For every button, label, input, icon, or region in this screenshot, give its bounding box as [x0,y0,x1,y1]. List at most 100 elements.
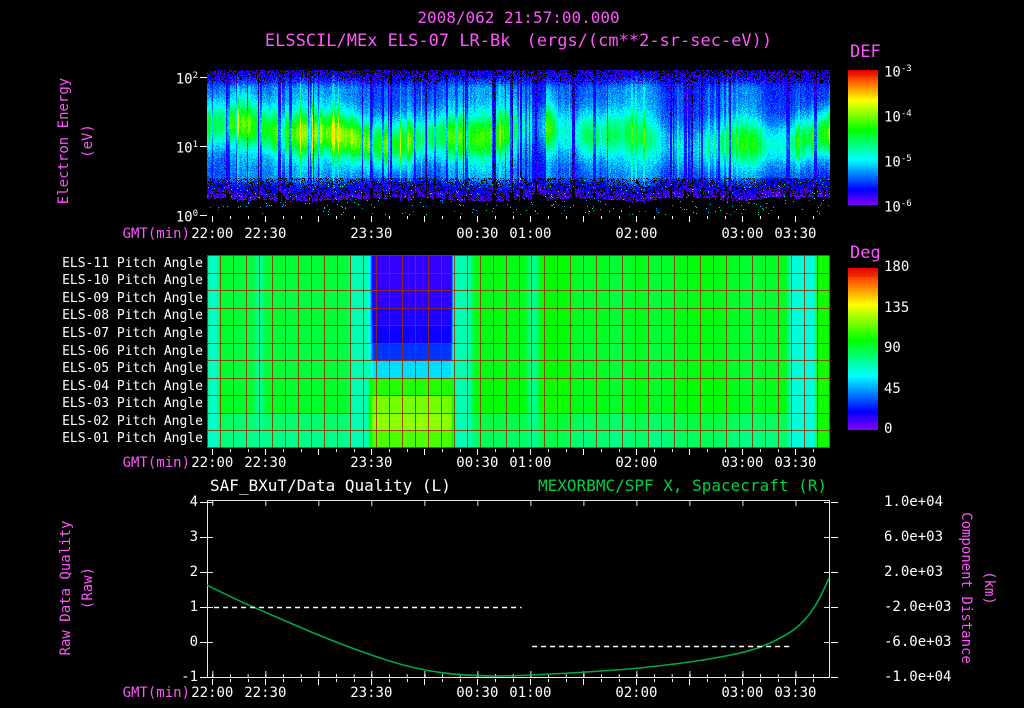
def-cb-tick-label-exp: -6 [900,199,912,209]
energy-tick-label: 101 [175,140,198,157]
gmt-tick-label: 02:00 [615,226,658,242]
gmt-tick-label: 22:30 [244,685,287,701]
distance-tick-mark [831,607,838,608]
pitch-row-label: ELS-10 Pitch Angle [62,273,203,289]
distance-tick-mark [831,572,838,573]
pitch-row-label: ELS-02 Pitch Angle [62,413,203,429]
gmt-tick-label: 22:00 [191,226,234,242]
gmt-tick-label: 01:00 [509,685,552,701]
quality-tick-mark [200,677,207,678]
gmt-tick-label: 00:30 [456,455,499,471]
gmt-tick-label: 23:30 [350,226,393,242]
def-cb-tick-label-exp: -4 [900,109,912,119]
pitch-row-label: ELS-08 Pitch Angle [62,308,203,324]
energy-tick-label-exp: 0 [192,209,198,219]
gmt-tick-label: 03:30 [774,685,817,701]
gmt-tick-label: 03:00 [721,685,764,701]
gmt-tick-label: 23:30 [350,455,393,471]
pitch-row-label: ELS-05 Pitch Angle [62,361,203,377]
quality-tick-label: 0 [189,634,198,650]
quality-tick-mark [200,642,207,643]
pitch-row-label: ELS-03 Pitch Angle [62,396,203,412]
def-colorbar [848,70,878,205]
def-cb-tick-label: 10-3 [884,64,912,81]
gmt-tick-label: 02:00 [615,455,658,471]
distance-tick-label: 1.0e+04 [884,494,944,510]
deg-cb-tick-label: 135 [884,299,910,316]
quality-tick-mark [200,607,207,608]
energy-tick-label: 100 [175,209,198,226]
gmt-tick-label: 22:30 [244,226,287,242]
lineplot-canvas [207,500,830,678]
distance-tick-mark [831,642,838,643]
pitch-row-label: ELS-01 Pitch Angle [62,431,203,447]
deg-colorbar [848,268,878,430]
def-cb-tick-label-exp: -3 [900,64,912,74]
pitch-angle-canvas [207,255,830,448]
deg-cb-tick-label: 45 [884,380,901,397]
deg-cb-tick-label: 180 [884,259,910,275]
pitch-row-label: ELS-06 Pitch Angle [62,343,203,359]
def-cb-tick-label-exp: -5 [900,154,912,164]
pitch-row-label: ELS-04 Pitch Angle [62,378,203,394]
gmt-tick-label: 22:30 [244,455,287,471]
energy-tick-label-exp: 2 [192,71,198,81]
lineplot-title-right: MEXORBMC/SPF X, Spacecraft (R) [538,476,827,495]
def-cb-tick-label: 10-5 [884,154,912,171]
quality-tick-label: 1 [189,599,198,615]
quality-tick-label: -1 [181,669,198,685]
gmt-tick-label: 03:30 [774,455,817,471]
quality-tick-label: 4 [189,494,198,510]
lineplot-right-ylabel-line1: Component Distance [958,512,974,664]
gmt-tick-label: 00:30 [456,226,499,242]
gmt-tick-label: 23:30 [350,685,393,701]
gmt-tick-label: 00:30 [456,685,499,701]
page-title: 2008/062 21:57:00.000 [417,8,620,27]
energy-tick-mark [200,215,207,216]
energy-tick-mark [200,77,207,78]
distance-tick-label: 6.0e+03 [884,529,944,545]
def-cb-tick-label: 10-6 [884,199,912,216]
deg-colorbar-title: Deg [850,243,881,263]
units-label: (ergs/(cm**2-sr-sec-eV)) [526,31,773,51]
spectrogram-ylabel-line2: (eV) [80,124,96,158]
pitch-row-label: ELS-11 Pitch Angle [62,255,203,271]
gmt-axis-label-2: GMT(min) [122,455,190,471]
energy-tick-label-exp: 1 [192,140,198,150]
quality-tick-label: 3 [189,529,198,545]
gmt-tick-label: 22:00 [191,685,234,701]
subtitle: ELSSCIL/MEx ELS-07 LR-Bk (ergs/(cm**2-sr… [207,32,830,51]
gmt-axis-label-1: GMT(min) [122,226,190,242]
deg-cb-tick-label: 90 [884,340,901,356]
lineplot-left-ylabel-line1: Raw Data Quality [58,520,74,656]
distance-tick-label: 2.0e+03 [884,564,944,580]
gmt-tick-label: 01:00 [509,455,552,471]
quality-tick-label: 2 [189,564,198,580]
gmt-tick-label: 22:00 [191,455,234,471]
instrument-label: ELSSCIL/MEx ELS-07 LR-Bk [264,31,511,51]
gmt-tick-label: 03:00 [721,226,764,242]
gmt-tick-label: 01:00 [509,226,552,242]
lineplot-left-ylabel-line2: (Raw) [80,566,96,610]
gmt-tick-label: 03:00 [721,455,764,471]
gmt-tick-label: 03:30 [774,226,817,242]
pitch-row-label: ELS-09 Pitch Angle [62,290,203,306]
distance-tick-mark [831,537,838,538]
def-colorbar-title: DEF [850,42,881,62]
quality-tick-mark [200,572,207,573]
gmt-axis-label-3: GMT(min) [122,685,190,701]
quality-tick-mark [200,537,207,538]
electron-spectrogram-canvas [207,70,830,215]
distance-tick-mark [831,502,838,503]
deg-cb-tick-label: 0 [884,421,893,437]
distance-tick-label: -6.0e+03 [884,634,952,650]
quality-tick-mark [200,502,207,503]
lineplot-right-ylabel-line2: (km) [981,571,997,605]
distance-tick-mark [831,677,838,678]
pitch-row-label: ELS-07 Pitch Angle [62,325,203,341]
def-cb-tick-label: 10-4 [884,109,912,126]
energy-tick-label: 102 [175,71,198,88]
spectrogram-time-ticks [207,216,830,223]
gmt-tick-label: 02:00 [615,685,658,701]
distance-tick-label: -2.0e+03 [884,599,952,615]
